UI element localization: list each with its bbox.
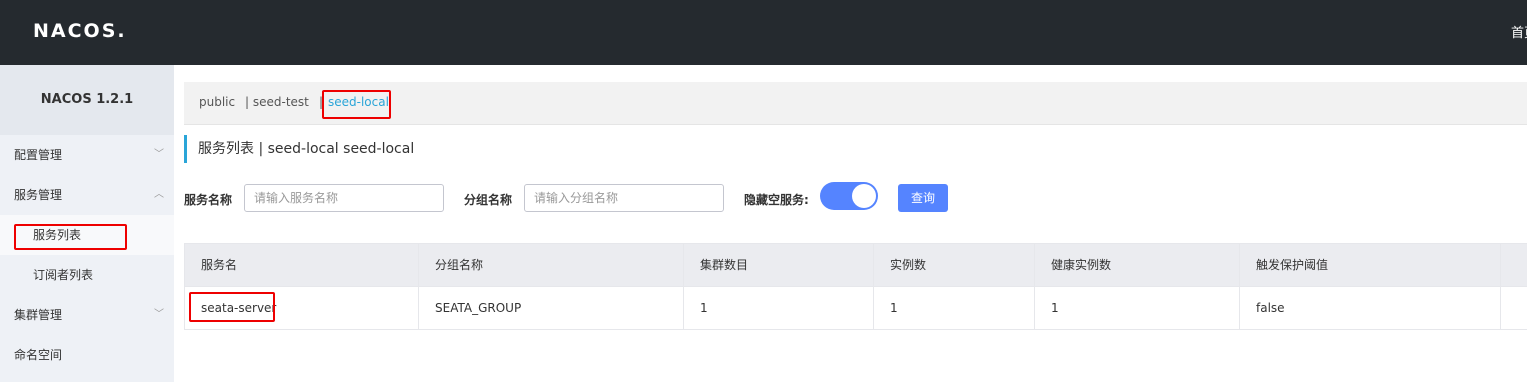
highlight-box-seed-local	[322, 90, 391, 119]
service-name-input[interactable]: 请输入服务名称	[244, 184, 444, 212]
toggle-knob	[852, 184, 876, 208]
sidebar-item-service-management[interactable]: 服务管理 ︿	[0, 175, 174, 215]
nacos-logo[interactable]: NACOS.	[33, 20, 127, 42]
main-content: public | seed-test | seed-local 服务列表 | s…	[174, 65, 1527, 382]
sidebar-item-cluster-management[interactable]: 集群管理 ﹀	[0, 295, 174, 335]
table-row[interactable]: seata-server SEATA_GROUP 1 1 1 false	[184, 287, 1527, 330]
hide-empty-toggle[interactable]	[820, 182, 878, 210]
namespace-public[interactable]: public	[199, 95, 235, 109]
column-header[interactable]: 分组名称	[418, 244, 683, 286]
hide-empty-label: 隐藏空服务:	[744, 193, 809, 207]
column-header[interactable]: 健康实例数	[1034, 244, 1239, 286]
cell-healthy-count: 1	[1034, 287, 1239, 329]
chevron-down-icon: ﹀	[154, 309, 164, 320]
cell-protect-threshold: false	[1239, 287, 1500, 329]
sidebar-item-label: 命名空间	[14, 348, 63, 362]
version-label: NACOS 1.2.1	[0, 65, 174, 135]
sidebar-item-subscriber-list[interactable]: 订阅者列表	[0, 255, 174, 295]
highlight-box-service-list	[14, 224, 127, 250]
highlight-box-seata-server	[189, 292, 275, 322]
group-name-label: 分组名称	[464, 193, 513, 207]
sidebar-item-label: 集群管理	[14, 308, 63, 322]
sidebar-item-config-management[interactable]: 配置管理 ﹀	[0, 135, 174, 175]
sidebar-item-label: 配置管理	[14, 148, 63, 162]
cell-instance-count: 1	[873, 287, 1034, 329]
top-navbar: NACOS. 首页	[0, 0, 1527, 65]
namespace-seed-test[interactable]: | seed-test	[245, 95, 309, 109]
column-header[interactable]: 集群数目	[683, 244, 873, 286]
cell-cluster-count: 1	[683, 287, 873, 329]
cell-group-name: SEATA_GROUP	[418, 287, 683, 329]
chevron-down-icon: ﹀	[154, 149, 164, 160]
sidebar-item-label: 订阅者列表	[33, 268, 94, 282]
column-header[interactable]: 触发保护阈值	[1239, 244, 1500, 286]
cell-extra	[1500, 287, 1527, 329]
query-button[interactable]: 查询	[898, 184, 948, 212]
column-header[interactable]: 服务名	[184, 244, 418, 286]
column-header-extra	[1500, 244, 1527, 286]
sidebar-item-label: 服务管理	[14, 188, 63, 202]
service-table: 服务名 分组名称 集群数目 实例数 健康实例数 触发保护阈值 seata-ser…	[184, 243, 1527, 330]
chevron-up-icon: ︿	[154, 189, 164, 200]
column-header[interactable]: 实例数	[873, 244, 1034, 286]
page-title: 服务列表 | seed-local seed-local	[184, 135, 414, 163]
service-name-label: 服务名称	[184, 193, 233, 207]
sidebar-item-namespace[interactable]: 命名空间	[0, 335, 174, 375]
nav-home-link[interactable]: 首页	[1511, 22, 1527, 41]
group-name-input[interactable]: 请输入分组名称	[524, 184, 724, 212]
table-header-row: 服务名 分组名称 集群数目 实例数 健康实例数 触发保护阈值	[184, 244, 1527, 287]
